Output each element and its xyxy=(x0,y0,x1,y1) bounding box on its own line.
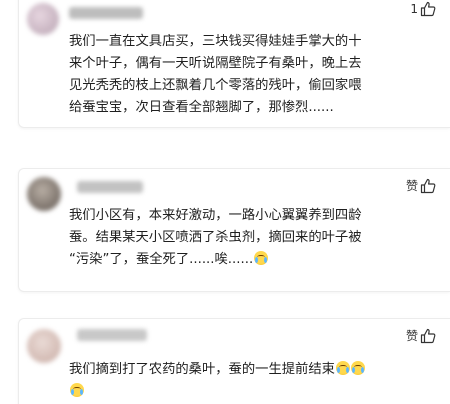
username[interactable] xyxy=(77,329,147,341)
username[interactable] xyxy=(77,181,143,193)
like-label: 赞 xyxy=(405,329,418,343)
like-label: 赞 xyxy=(405,179,418,193)
crying-laughing-emoji-icon xyxy=(335,361,350,375)
thumbs-up-icon xyxy=(420,178,436,193)
crying-laughing-emoji-icon xyxy=(350,361,365,375)
comment-text: 我们小区有，本来好激动，一路小心翼翼养到四龄 蚕。结果某天小区喷洒了杀虫剂，摘回… xyxy=(69,208,362,267)
avatar[interactable] xyxy=(27,3,59,35)
like-button[interactable]: 赞 xyxy=(406,327,436,344)
comment-card: 1 我们一直在文具店买，三块钱买得娃娃手掌大的十 来个叶子，偶有一天听说隔壁院子… xyxy=(18,0,450,128)
comment-text: 我们摘到打了农药的桑叶，蚕的一生提前结束 xyxy=(69,359,439,403)
comment-card: 赞 我们小区有，本来好激动，一路小心翼翼养到四龄 蚕。结果某天小区喷洒了杀虫剂，… xyxy=(18,168,450,292)
avatar[interactable] xyxy=(27,177,61,211)
comment-card: 赞 我们摘到打了农药的桑叶，蚕的一生提前结束 xyxy=(18,318,450,404)
avatar[interactable] xyxy=(27,329,61,363)
crying-laughing-emoji-icon xyxy=(254,251,269,265)
like-button[interactable]: 1 xyxy=(410,1,436,17)
thumbs-up-icon xyxy=(420,1,436,17)
like-count: 1 xyxy=(410,2,418,16)
username[interactable] xyxy=(69,7,143,19)
like-button[interactable]: 赞 xyxy=(406,177,436,194)
crying-laughing-emoji-icon xyxy=(70,383,84,397)
thumbs-up-icon xyxy=(420,328,436,343)
comment-text: 我们一直在文具店买，三块钱买得娃娃手掌大的十 来个叶子，偶有一天听说隔壁院子有桑… xyxy=(69,34,362,115)
